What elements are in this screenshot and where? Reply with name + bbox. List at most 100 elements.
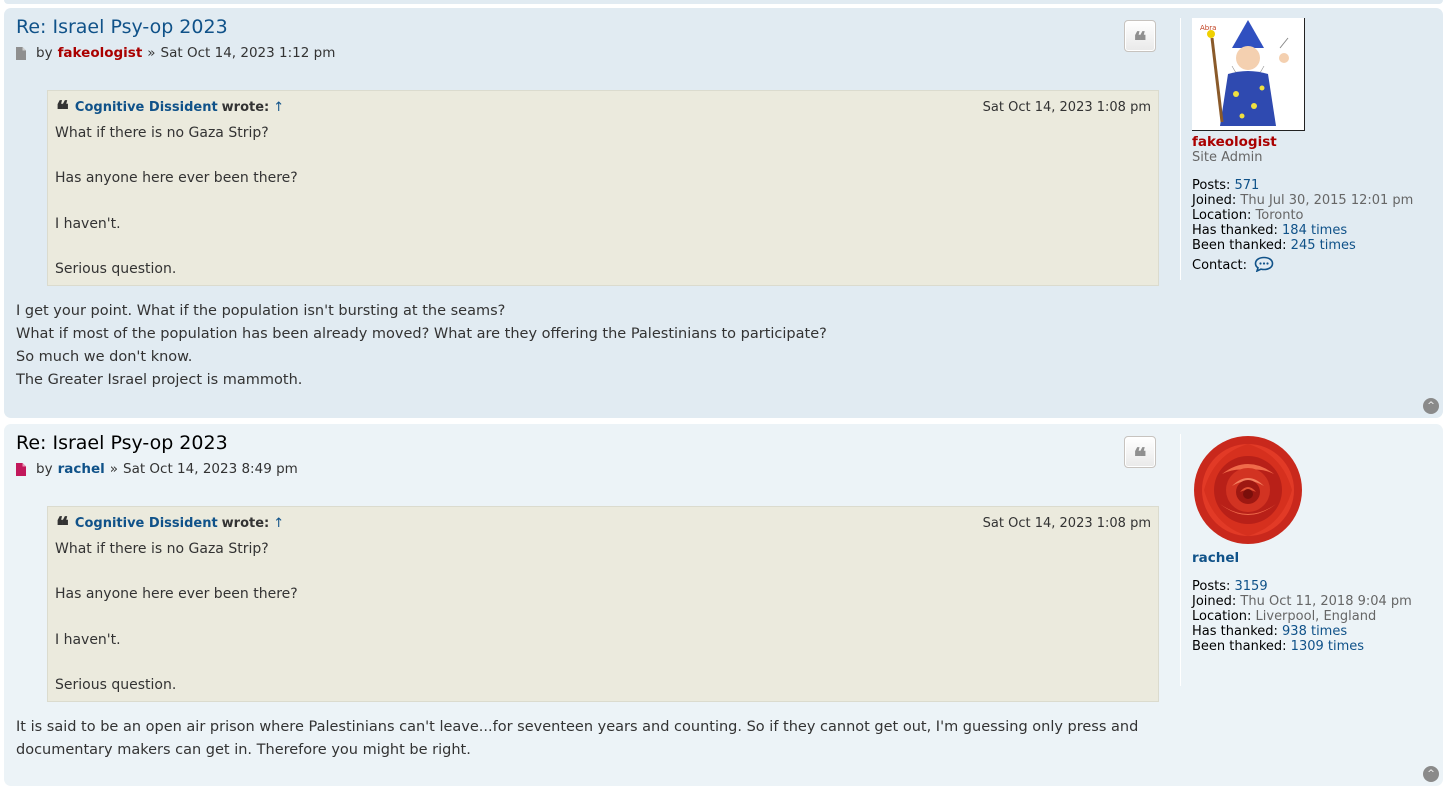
profile-posts: Posts: 571 (1192, 178, 1448, 193)
speech-bubble-icon[interactable] (1254, 256, 1274, 276)
back-to-top-icon[interactable]: ^ (1423, 398, 1439, 414)
has-thanked-label: Has thanked: (1192, 223, 1278, 238)
quote-line (55, 606, 298, 629)
profile-been-thanked: Been thanked: 245 times (1192, 238, 1448, 253)
been-thanked-link[interactable]: 1309 times (1291, 639, 1364, 654)
quote-button[interactable]: ❝ (1124, 436, 1156, 468)
quote-date: Sat Oct 14, 2023 1:08 pm (982, 516, 1151, 531)
quote-author-link[interactable]: Cognitive Dissident (75, 516, 218, 531)
profile-details: Posts: 571 Joined: Thu Jul 30, 2015 12:0… (1192, 178, 1448, 273)
meta-separator: » (147, 45, 156, 61)
quote-mark-icon: ❝ (56, 99, 69, 115)
meta-by: by (36, 461, 53, 477)
document-icon[interactable] (16, 46, 26, 60)
post-line: I get your point. What if the population… (16, 303, 506, 319)
back-to-top-icon[interactable]: ^ (1423, 766, 1439, 782)
location-label: Location: (1192, 208, 1252, 223)
profile-username[interactable]: fakeologist (1192, 134, 1448, 150)
quote-author-link[interactable]: Cognitive Dissident (75, 100, 218, 115)
quote-line (55, 561, 298, 584)
joined-value: Thu Jul 30, 2015 12:01 pm (1240, 193, 1414, 208)
post-content: I get your point. What if the population… (16, 300, 827, 392)
view-quoted-post-icon[interactable]: ↑ (273, 100, 284, 115)
postprofile: rachel Posts: 3159 Joined: Thu Oct 11, 2… (1180, 434, 1448, 686)
quote-button[interactable]: ❝ (1124, 20, 1156, 52)
quote-line: Has anyone here ever been there? (55, 170, 298, 187)
quote-cite: ❝ Cognitive Dissident wrote: ↑ (56, 515, 284, 531)
posts-label: Posts: (1192, 178, 1231, 193)
been-thanked-label: Been thanked: (1192, 238, 1287, 253)
contact-label: Contact: (1192, 258, 1247, 273)
post-author-link[interactable]: rachel (58, 461, 105, 477)
quote-icon: ❝ (1133, 25, 1147, 55)
joined-value: Thu Oct 11, 2018 9:04 pm (1240, 594, 1412, 609)
post-content: It is said to be an open air prison wher… (16, 716, 1156, 762)
quote-line: What if there is no Gaza Strip? (55, 125, 269, 141)
previous-post-edge (4, 0, 1443, 4)
has-thanked-link[interactable]: 184 times (1282, 223, 1347, 238)
quote-wrote: wrote: (221, 99, 270, 115)
quote-line (55, 235, 298, 258)
profile-posts: Posts: 3159 (1192, 579, 1448, 594)
avatar[interactable] (1192, 434, 1305, 547)
quote-wrote: wrote: (221, 515, 270, 531)
joined-label: Joined: (1192, 594, 1237, 609)
quote-line (55, 651, 298, 674)
posts-count-link[interactable]: 3159 (1235, 579, 1268, 594)
post-title[interactable]: Re: Israel Psy-op 2023 (16, 16, 228, 38)
quote-text: What if there is no Gaza Strip? Has anyo… (55, 538, 298, 697)
profile-contact: Contact: (1192, 256, 1448, 276)
quote-line: Has anyone here ever been there? (55, 586, 298, 603)
view-quoted-post-icon[interactable]: ↑ (273, 516, 284, 531)
post-title[interactable]: Re: Israel Psy-op 2023 (16, 432, 228, 454)
quote-line: What if there is no Gaza Strip? (55, 541, 269, 557)
svg-text:Abra: Abra (1200, 24, 1216, 32)
posts-count-link[interactable]: 571 (1235, 178, 1260, 193)
profile-has-thanked: Has thanked: 938 times (1192, 624, 1448, 639)
posts-label: Posts: (1192, 579, 1231, 594)
post-date: Sat Oct 14, 2023 1:12 pm (160, 45, 336, 61)
meta-separator: » (109, 461, 118, 477)
post: Re: Israel Psy-op 2023 by fakeologist » … (4, 8, 1443, 418)
profile-location: Location: Toronto (1192, 208, 1448, 223)
location-label: Location: (1192, 609, 1252, 624)
profile-joined: Joined: Thu Oct 11, 2018 9:04 pm (1192, 594, 1448, 609)
post: Re: Israel Psy-op 2023 by rachel » Sat O… (4, 424, 1443, 786)
profile-joined: Joined: Thu Jul 30, 2015 12:01 pm (1192, 193, 1448, 208)
location-value: Liverpool, England (1255, 609, 1377, 624)
post-line: So much we don't know. (16, 349, 193, 365)
profile-location: Location: Liverpool, England (1192, 609, 1448, 624)
post-line: What if most of the population has been … (16, 326, 827, 342)
blockquote: ❝ Cognitive Dissident wrote: ↑ Sat Oct 1… (47, 90, 1159, 286)
profile-has-thanked: Has thanked: 184 times (1192, 223, 1448, 238)
profile-been-thanked: Been thanked: 1309 times (1192, 639, 1448, 654)
quote-mark-icon: ❝ (56, 515, 69, 531)
quote-cite: ❝ Cognitive Dissident wrote: ↑ (56, 99, 284, 115)
post-meta: by rachel » Sat Oct 14, 2023 8:49 pm (16, 461, 298, 477)
quote-text: What if there is no Gaza Strip? Has anyo… (55, 122, 298, 281)
document-icon[interactable] (16, 462, 26, 476)
profile-rank: Site Admin (1192, 150, 1263, 165)
joined-label: Joined: (1192, 193, 1237, 208)
profile-username[interactable]: rachel (1192, 550, 1448, 566)
post-date: Sat Oct 14, 2023 8:49 pm (123, 461, 298, 477)
quote-line: I haven't. (55, 215, 121, 232)
post-line: The Greater Israel project is mammoth. (16, 372, 303, 388)
quote-line: Serious question. (55, 677, 177, 694)
post-meta: by fakeologist » Sat Oct 14, 2023 1:12 p… (16, 45, 335, 61)
profile-details: Posts: 3159 Joined: Thu Oct 11, 2018 9:0… (1192, 579, 1448, 654)
post-author-link[interactable]: fakeologist (58, 45, 143, 61)
has-thanked-label: Has thanked: (1192, 624, 1278, 639)
location-value: Toronto (1255, 208, 1304, 223)
been-thanked-link[interactable]: 245 times (1291, 238, 1356, 253)
post-line: It is said to be an open air prison wher… (16, 719, 1139, 758)
has-thanked-link[interactable]: 938 times (1282, 624, 1347, 639)
quote-icon: ❝ (1133, 441, 1147, 471)
avatar[interactable]: Abra (1192, 18, 1305, 131)
quote-line: Serious question. (55, 261, 177, 278)
quote-date: Sat Oct 14, 2023 1:08 pm (982, 100, 1151, 115)
quote-line (55, 145, 298, 168)
blockquote: ❝ Cognitive Dissident wrote: ↑ Sat Oct 1… (47, 506, 1159, 702)
meta-by: by (36, 45, 53, 61)
postprofile: Abra fakeologist Site Admin Posts: 571 J… (1180, 18, 1448, 280)
